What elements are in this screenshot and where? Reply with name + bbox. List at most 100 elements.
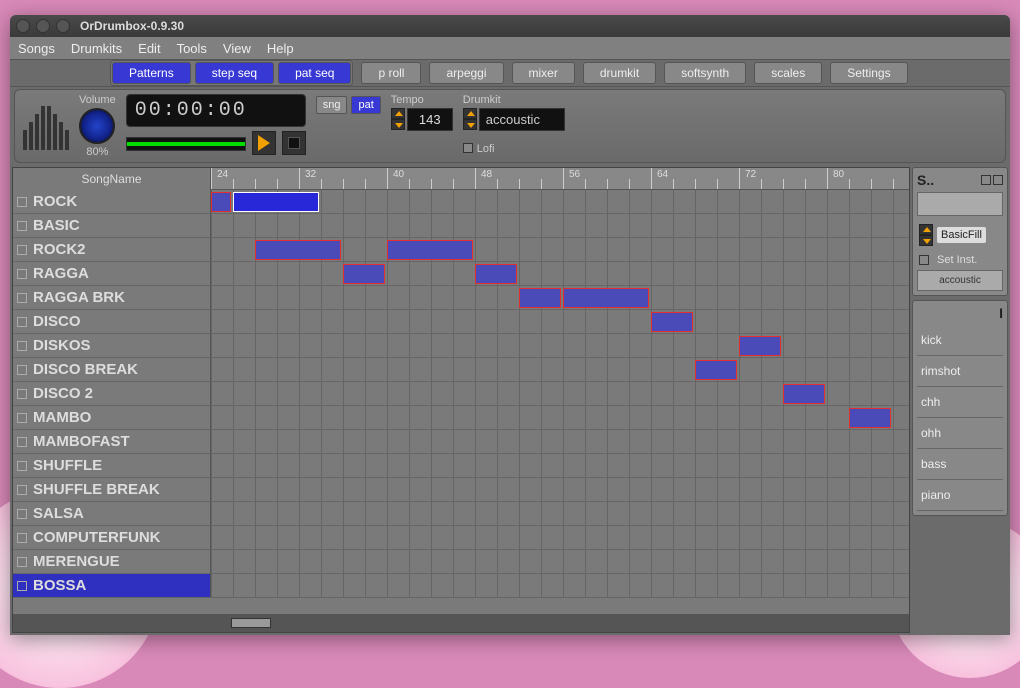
minimize-icon[interactable] [36, 19, 50, 33]
track-header[interactable]: COMPUTERFUNK [13, 526, 211, 550]
track-row[interactable]: MAMBOFAST [13, 430, 909, 454]
track-row[interactable]: RAGGA [13, 262, 909, 286]
track-lane[interactable] [211, 406, 909, 430]
track-header[interactable]: DISCO [13, 310, 211, 334]
tab-Patterns[interactable]: Patterns [112, 62, 191, 84]
tab-step-seq[interactable]: step seq [195, 62, 274, 84]
track-header[interactable]: ROCK2 [13, 238, 211, 262]
track-row[interactable]: COMPUTERFUNK [13, 526, 909, 550]
titlebar[interactable]: OrDrumbox-0.9.30 [10, 15, 1010, 37]
expand-icon[interactable] [981, 175, 991, 185]
pattern-mode-button[interactable]: pat [351, 96, 380, 114]
track-header[interactable]: SHUFFLE [13, 454, 211, 478]
pattern-clip[interactable] [849, 408, 891, 428]
pattern-search-input[interactable] [917, 192, 1003, 216]
pattern-clip[interactable] [255, 240, 341, 260]
track-lane[interactable] [211, 190, 909, 214]
track-mute-checkbox[interactable] [17, 221, 27, 231]
track-row[interactable]: DISCO 2 [13, 382, 909, 406]
instrument-item[interactable]: bass [917, 449, 1003, 480]
pattern-clip[interactable] [783, 384, 825, 404]
track-mute-checkbox[interactable] [17, 461, 27, 471]
pattern-name[interactable]: BasicFill [937, 227, 986, 243]
track-lane[interactable] [211, 238, 909, 262]
track-row[interactable]: SHUFFLE [13, 454, 909, 478]
pattern-stepper[interactable] [919, 224, 933, 246]
track-lane[interactable] [211, 430, 909, 454]
tempo-input[interactable] [407, 108, 453, 131]
track-mute-checkbox[interactable] [17, 293, 27, 303]
track-header[interactable]: BOSSA [13, 574, 211, 598]
tab-pat-seq[interactable]: pat seq [278, 62, 351, 84]
track-header[interactable]: RAGGA BRK [13, 286, 211, 310]
tab-arpeggi[interactable]: arpeggi [429, 62, 503, 84]
track-lane[interactable] [211, 334, 909, 358]
track-mute-checkbox[interactable] [17, 245, 27, 255]
track-mute-checkbox[interactable] [17, 437, 27, 447]
tab-mixer[interactable]: mixer [512, 62, 575, 84]
track-lane[interactable] [211, 526, 909, 550]
track-header[interactable]: SHUFFLE BREAK [13, 478, 211, 502]
track-lane[interactable] [211, 478, 909, 502]
track-row[interactable]: MERENGUE [13, 550, 909, 574]
volume-knob[interactable] [79, 108, 115, 144]
track-lane[interactable] [211, 502, 909, 526]
track-mute-checkbox[interactable] [17, 509, 27, 519]
track-header[interactable]: DISCO BREAK [13, 358, 211, 382]
track-row[interactable]: ROCK [13, 190, 909, 214]
track-header[interactable]: BASIC [13, 214, 211, 238]
track-row[interactable]: DISCO [13, 310, 909, 334]
pattern-clip[interactable] [563, 288, 649, 308]
track-row[interactable]: DISKOS [13, 334, 909, 358]
pattern-clip[interactable] [343, 264, 385, 284]
song-mode-button[interactable]: sng [316, 96, 348, 114]
timeline-ruler[interactable]: 2432404856647280 [211, 168, 909, 190]
track-mute-checkbox[interactable] [17, 197, 27, 207]
side-drumkit-button[interactable]: accoustic [917, 270, 1003, 291]
pattern-clip[interactable] [519, 288, 561, 308]
track-header[interactable]: MAMBOFAST [13, 430, 211, 454]
pattern-clip[interactable] [475, 264, 517, 284]
track-mute-checkbox[interactable] [17, 557, 27, 567]
menu-help[interactable]: Help [267, 41, 294, 56]
track-lane[interactable] [211, 310, 909, 334]
track-mute-checkbox[interactable] [17, 485, 27, 495]
track-mute-checkbox[interactable] [17, 581, 27, 591]
horizontal-scrollbar[interactable] [13, 614, 909, 632]
track-lane[interactable] [211, 574, 909, 598]
track-header[interactable]: SALSA [13, 502, 211, 526]
track-row[interactable]: MAMBO [13, 406, 909, 430]
track-row[interactable]: SHUFFLE BREAK [13, 478, 909, 502]
play-button[interactable] [252, 131, 276, 155]
drumkit-stepper[interactable] [463, 108, 477, 130]
track-mute-checkbox[interactable] [17, 413, 27, 423]
track-row[interactable]: ROCK2 [13, 238, 909, 262]
instrument-item[interactable]: kick [917, 325, 1003, 356]
maximize-icon[interactable] [56, 19, 70, 33]
pattern-clip[interactable] [211, 192, 231, 212]
track-mute-checkbox[interactable] [17, 317, 27, 327]
tab-settings[interactable]: Settings [830, 62, 907, 84]
set-inst-checkbox[interactable] [919, 255, 929, 265]
instrument-item[interactable]: rimshot [917, 356, 1003, 387]
pattern-clip[interactable] [695, 360, 737, 380]
track-mute-checkbox[interactable] [17, 365, 27, 375]
track-lane[interactable] [211, 358, 909, 382]
pattern-clip[interactable] [651, 312, 693, 332]
tab-drumkit[interactable]: drumkit [583, 62, 656, 84]
pattern-clip[interactable] [387, 240, 473, 260]
track-header[interactable]: ROCK [13, 190, 211, 214]
menu-edit[interactable]: Edit [138, 41, 160, 56]
track-mute-checkbox[interactable] [17, 389, 27, 399]
track-header[interactable]: RAGGA [13, 262, 211, 286]
track-lane[interactable] [211, 550, 909, 574]
pattern-clip[interactable] [233, 192, 319, 212]
track-row[interactable]: DISCO BREAK [13, 358, 909, 382]
tab-p-roll[interactable]: p roll [361, 62, 421, 84]
menu-drumkits[interactable]: Drumkits [71, 41, 122, 56]
drumkit-select[interactable]: accoustic [479, 108, 565, 131]
instrument-item[interactable]: chh [917, 387, 1003, 418]
track-lane[interactable] [211, 454, 909, 478]
track-row[interactable]: BASIC [13, 214, 909, 238]
track-mute-checkbox[interactable] [17, 533, 27, 543]
